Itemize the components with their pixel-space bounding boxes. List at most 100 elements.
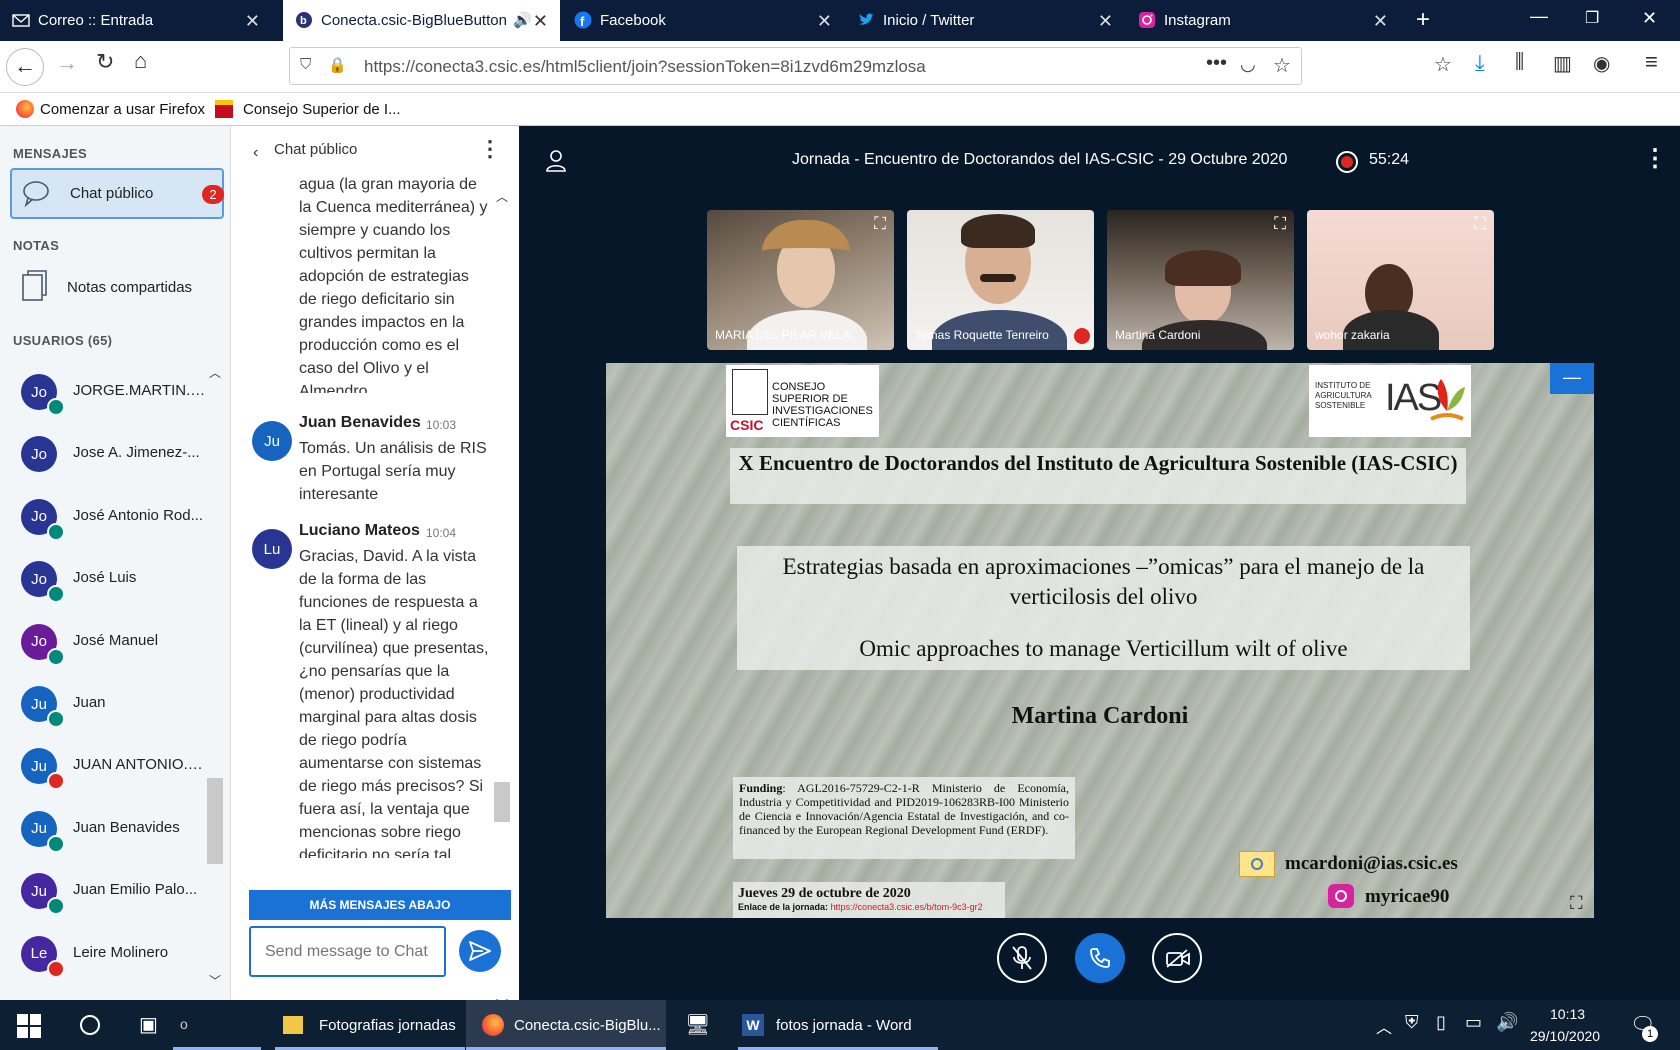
url-bar[interactable]: ⛉ 🔒 https://conecta3.csic.es/html5client… — [289, 47, 1302, 85]
tab-facebook[interactable]: f Facebook ✕ — [562, 0, 844, 41]
bookmark-csic[interactable]: Consejo Superior de I... — [243, 101, 401, 118]
task-view-icon[interactable]: ▣ — [139, 1012, 158, 1037]
video-tile[interactable]: ⛶ wohor zakaria — [1307, 210, 1494, 350]
messages-header: MENSAJES — [13, 146, 87, 161]
user-list-item[interactable]: Jo JORGE.MARTIN.B... — [0, 360, 210, 422]
scroll-up-icon[interactable]: ︿ — [209, 364, 221, 381]
scroll-thumb[interactable] — [494, 782, 510, 822]
users-scrollbar[interactable]: ︿ ﹀ — [206, 364, 224, 994]
download-icon[interactable]: ⤓ — [1475, 50, 1485, 76]
chat-options-icon[interactable]: ⋮ — [479, 136, 501, 162]
participant-name: MARIA DEL PILAR.VELA... — [715, 328, 861, 342]
scroll-thumb[interactable] — [207, 778, 223, 864]
fullscreen-icon[interactable]: ⛶ — [874, 214, 886, 234]
library-icon[interactable]: ⫼ — [1515, 51, 1524, 74]
network-icon[interactable]: ▭ — [1465, 1012, 1482, 1033]
windows-start-icon[interactable] — [17, 1014, 41, 1038]
word-icon: W — [742, 1014, 764, 1036]
speaker-icon[interactable]: 🔊 — [513, 11, 532, 29]
menu-icon[interactable]: ≡ — [1645, 49, 1658, 75]
video-button[interactable] — [1152, 933, 1202, 983]
usb-icon[interactable]: ▯ — [1436, 1012, 1446, 1033]
close-icon[interactable]: ✕ — [533, 11, 548, 32]
notification-count: 1 — [1642, 1026, 1658, 1042]
phone-icon — [1090, 948, 1110, 968]
restore-button[interactable]: ❐ — [1585, 8, 1599, 28]
back-button[interactable]: ← — [6, 48, 44, 86]
bookmark-star-icon[interactable]: ☆ — [1434, 52, 1452, 77]
window-close-button[interactable]: ✕ — [1642, 8, 1657, 29]
tab-instagram[interactable]: Instagram ✕ — [1126, 0, 1400, 41]
tab-correo[interactable]: Correo :: Entrada ✕ — [0, 0, 272, 41]
slide-fullscreen-icon[interactable]: ⛶ — [1570, 893, 1583, 914]
user-name: Juan Benavides — [73, 818, 180, 836]
options-icon[interactable]: ⋮ — [1643, 144, 1667, 173]
taskbar-firefox[interactable]: Conecta.csic-BigBlu... — [466, 1000, 666, 1050]
url-text[interactable]: https://conecta3.csic.es/html5client/joi… — [364, 57, 926, 77]
user-list-item[interactable]: Jo José Manuel — [0, 610, 210, 672]
close-icon[interactable]: ✕ — [1098, 11, 1113, 32]
sidebar-icon[interactable]: ▥ — [1553, 51, 1572, 76]
scroll-up-icon[interactable]: ︿ — [496, 188, 508, 205]
pocket-icon[interactable]: ◡ — [1240, 54, 1256, 75]
video-tile[interactable]: Tomas Roquette Tenreiro — [907, 210, 1094, 350]
event-link[interactable]: https://conecta3.csic.es/b/tom-9c3-gr2 — [831, 902, 983, 912]
clock-time[interactable]: 10:13 — [1550, 1006, 1585, 1022]
taskbar-word[interactable]: W fotos jornada - Word — [738, 1000, 938, 1050]
user-list-item[interactable]: Le Leire Molinero — [0, 922, 210, 984]
star-icon[interactable]: ☆ — [1273, 53, 1291, 78]
taskbar-explorer[interactable]: Fotografias jornadas — [275, 1000, 465, 1050]
user-list-item[interactable]: Ju Juan Benavides — [0, 797, 210, 859]
firefox-icon — [482, 1014, 504, 1036]
user-list-item[interactable]: Ju JUAN ANTONIO.N... — [0, 734, 210, 796]
mute-button[interactable] — [997, 933, 1047, 983]
security-icon[interactable]: ⛨ — [1405, 1012, 1419, 1033]
overflow-item[interactable]: o — [180, 1016, 188, 1032]
volume-icon[interactable]: 🔊 — [1496, 1012, 1518, 1033]
svg-text:b: b — [300, 15, 307, 27]
video-tile[interactable]: ⛶ Martina Cardoni — [1107, 210, 1294, 350]
record-icon[interactable] — [1336, 151, 1358, 173]
chevron-up-icon[interactable]: ︿ — [1376, 1014, 1392, 1038]
user-icon[interactable] — [546, 150, 566, 172]
fullscreen-icon[interactable]: ⛶ — [1274, 214, 1286, 234]
user-list-item[interactable]: Jo José Luis — [0, 547, 210, 609]
muted-icon — [47, 959, 65, 978]
more-dots-icon[interactable]: ••• — [1206, 52, 1227, 75]
user-name: Leire Molinero — [73, 943, 169, 961]
close-icon[interactable]: ✕ — [245, 11, 260, 32]
clock-date[interactable]: 29/10/2020 — [1530, 1028, 1600, 1044]
fullscreen-icon[interactable]: ⛶ — [1474, 214, 1486, 234]
video-tile[interactable]: ⛶ MARIA DEL PILAR.VELA... — [707, 210, 894, 350]
bookmark-firefox[interactable]: Comenzar a usar Firefox — [40, 101, 205, 118]
shared-notes-item[interactable]: Notas compartidas — [10, 261, 224, 313]
tab-bigbluebutton[interactable]: b Conecta.csic-BigBlueButton 🔊 ✕ — [283, 0, 560, 41]
user-list-item[interactable]: Jo José Antonio Rod... — [0, 485, 210, 547]
minimize-presentation-button[interactable]: — — [1550, 363, 1594, 394]
more-messages-button[interactable]: MÁS MENSAJES ABAJO — [249, 890, 511, 920]
audio-button[interactable] — [1075, 933, 1125, 983]
close-icon[interactable]: ✕ — [1373, 11, 1388, 32]
mail-icon — [12, 14, 30, 27]
user-list-item[interactable]: Jo Jose A. Jimenez-... — [0, 422, 210, 484]
chat-message-input[interactable] — [249, 926, 446, 977]
user-list-item[interactable]: Ju Juan — [0, 672, 210, 734]
chat-scrollbar[interactable]: ︿ ﹀ — [493, 188, 511, 1012]
home-icon[interactable]: ⌂ — [134, 48, 147, 74]
forward-button[interactable]: → — [56, 50, 78, 76]
public-chat-item[interactable]: Chat público 2 — [10, 168, 224, 219]
shield-icon[interactable]: ⛉ — [300, 56, 311, 73]
monitor-icon[interactable]: 🖥 — [685, 1012, 710, 1037]
tab-twitter[interactable]: Inicio / Twitter ✕ — [845, 0, 1125, 41]
user-list-item[interactable]: Ju Juan Emilio Palo... — [0, 859, 210, 921]
search-circle-icon[interactable] — [80, 1015, 100, 1035]
new-tab-button[interactable]: + — [1416, 6, 1430, 34]
reload-button[interactable]: ↻ — [96, 49, 114, 75]
chevron-left-icon[interactable]: ‹ — [253, 144, 258, 162]
minimize-button[interactable]: — — [1530, 6, 1548, 27]
scroll-down-icon[interactable]: ﹀ — [209, 972, 221, 989]
close-icon[interactable]: ✕ — [817, 11, 832, 32]
account-icon[interactable]: ◉ — [1593, 51, 1610, 76]
send-button[interactable] — [459, 930, 501, 972]
firefox-icon — [16, 100, 34, 118]
